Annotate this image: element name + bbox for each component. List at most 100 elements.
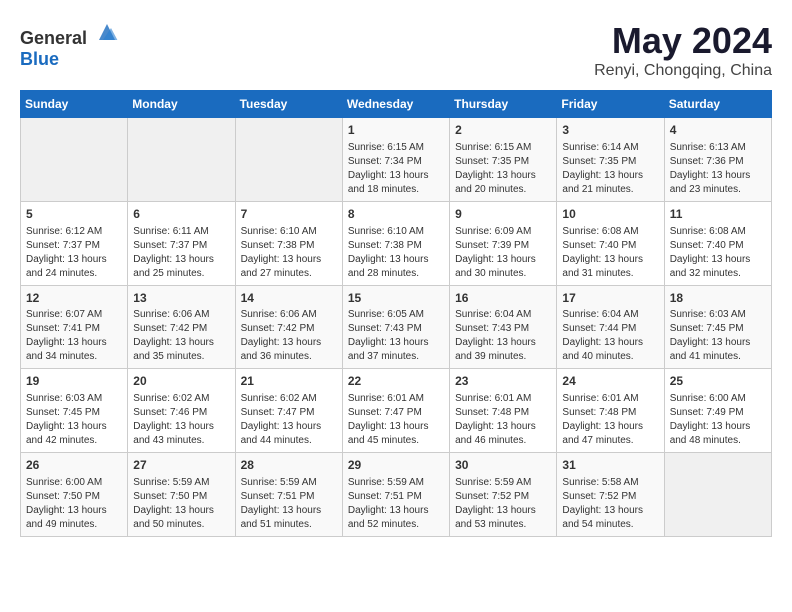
- day-number: 1: [348, 122, 444, 139]
- day-info: Sunrise: 5:58 AM Sunset: 7:52 PM Dayligh…: [562, 476, 658, 532]
- day-number: 20: [133, 373, 229, 390]
- calendar-title: May 2024: [594, 20, 772, 62]
- day-info: Sunrise: 6:05 AM Sunset: 7:43 PM Dayligh…: [348, 308, 444, 364]
- day-number: 17: [562, 290, 658, 307]
- header-saturday: Saturday: [664, 91, 771, 118]
- calendar-cell: 2 Sunrise: 6:15 AM Sunset: 7:35 PM Daylig…: [450, 118, 557, 202]
- day-number: 18: [670, 290, 766, 307]
- day-info: Sunrise: 6:15 AM Sunset: 7:34 PM Dayligh…: [348, 141, 444, 197]
- logo: General Blue: [20, 20, 119, 70]
- calendar-cell: 14Sunrise: 6:06 AM Sunset: 7:42 PM Dayli…: [235, 285, 342, 369]
- day-info: Sunrise: 5:59 AM Sunset: 7:50 PM Dayligh…: [133, 476, 229, 532]
- calendar-cell: 17Sunrise: 6:04 AM Sunset: 7:44 PM Dayli…: [557, 285, 664, 369]
- day-number: 22: [348, 373, 444, 390]
- logo-text: General Blue: [20, 20, 119, 70]
- day-info: Sunrise: 6:04 AM Sunset: 7:44 PM Dayligh…: [562, 308, 658, 364]
- day-number: 30: [455, 457, 551, 474]
- calendar-cell: 31Sunrise: 5:58 AM Sunset: 7:52 PM Dayli…: [557, 453, 664, 537]
- calendar-cell: 21 Sunrise: 6:02 AM Sunset: 7:47 PM Dayli…: [235, 369, 342, 453]
- day-number: 7: [241, 206, 337, 223]
- header-wednesday: Wednesday: [342, 91, 449, 118]
- day-info: Sunrise: 6:03 AM Sunset: 7:45 PM Dayligh…: [26, 392, 122, 448]
- calendar-cell: 28 Sunrise: 5:59 AM Sunset: 7:51 PM Dayli…: [235, 453, 342, 537]
- day-info: Sunrise: 6:10 AM Sunset: 7:38 PM Dayligh…: [348, 225, 444, 281]
- day-info: Sunrise: 6:10 AM Sunset: 7:38 PM Dayligh…: [241, 225, 337, 281]
- calendar-cell: 29Sunrise: 5:59 AM Sunset: 7:51 PM Dayli…: [342, 453, 449, 537]
- calendar-cell: 15Sunrise: 6:05 AM Sunset: 7:43 PM Dayli…: [342, 285, 449, 369]
- day-number: 29: [348, 457, 444, 474]
- calendar-cell: [21, 118, 128, 202]
- week-row-2: 5 Sunrise: 6:12 AM Sunset: 7:37 PM Daylig…: [21, 201, 772, 285]
- day-info: Sunrise: 6:14 AM Sunset: 7:35 PM Dayligh…: [562, 141, 658, 197]
- day-info: Sunrise: 6:00 AM Sunset: 7:50 PM Dayligh…: [26, 476, 122, 532]
- day-info: Sunrise: 5:59 AM Sunset: 7:52 PM Dayligh…: [455, 476, 551, 532]
- day-number: 6: [133, 206, 229, 223]
- calendar-cell: 8 Sunrise: 6:10 AM Sunset: 7:38 PM Daylig…: [342, 201, 449, 285]
- calendar-cell: 10Sunrise: 6:08 AM Sunset: 7:40 PM Dayli…: [557, 201, 664, 285]
- calendar-cell: [128, 118, 235, 202]
- day-number: 9: [455, 206, 551, 223]
- day-number: 8: [348, 206, 444, 223]
- calendar-cell: 30 Sunrise: 5:59 AM Sunset: 7:52 PM Dayli…: [450, 453, 557, 537]
- calendar-cell: 1 Sunrise: 6:15 AM Sunset: 7:34 PM Daylig…: [342, 118, 449, 202]
- header-friday: Friday: [557, 91, 664, 118]
- day-number: 27: [133, 457, 229, 474]
- day-number: 21: [241, 373, 337, 390]
- day-info: Sunrise: 6:06 AM Sunset: 7:42 PM Dayligh…: [241, 308, 337, 364]
- calendar-cell: 25Sunrise: 6:00 AM Sunset: 7:49 PM Dayli…: [664, 369, 771, 453]
- day-info: Sunrise: 6:00 AM Sunset: 7:49 PM Dayligh…: [670, 392, 766, 448]
- day-number: 10: [562, 206, 658, 223]
- week-row-4: 19Sunrise: 6:03 AM Sunset: 7:45 PM Dayli…: [21, 369, 772, 453]
- day-number: 26: [26, 457, 122, 474]
- calendar-cell: 20 Sunrise: 6:02 AM Sunset: 7:46 PM Dayli…: [128, 369, 235, 453]
- day-number: 14: [241, 290, 337, 307]
- header-tuesday: Tuesday: [235, 91, 342, 118]
- day-info: Sunrise: 6:04 AM Sunset: 7:43 PM Dayligh…: [455, 308, 551, 364]
- day-info: Sunrise: 6:02 AM Sunset: 7:47 PM Dayligh…: [241, 392, 337, 448]
- day-info: Sunrise: 6:07 AM Sunset: 7:41 PM Dayligh…: [26, 308, 122, 364]
- day-info: Sunrise: 6:13 AM Sunset: 7:36 PM Dayligh…: [670, 141, 766, 197]
- calendar-cell: 13Sunrise: 6:06 AM Sunset: 7:42 PM Dayli…: [128, 285, 235, 369]
- calendar-cell: 24Sunrise: 6:01 AM Sunset: 7:48 PM Dayli…: [557, 369, 664, 453]
- day-info: Sunrise: 6:11 AM Sunset: 7:37 PM Dayligh…: [133, 225, 229, 281]
- day-info: Sunrise: 6:12 AM Sunset: 7:37 PM Dayligh…: [26, 225, 122, 281]
- day-number: 28: [241, 457, 337, 474]
- header-monday: Monday: [128, 91, 235, 118]
- calendar-title-area: May 2024 Renyi, Chongqing, China: [594, 20, 772, 80]
- day-number: 3: [562, 122, 658, 139]
- day-info: Sunrise: 5:59 AM Sunset: 7:51 PM Dayligh…: [241, 476, 337, 532]
- calendar-cell: 11Sunrise: 6:08 AM Sunset: 7:40 PM Dayli…: [664, 201, 771, 285]
- day-number: 5: [26, 206, 122, 223]
- calendar-cell: 26 Sunrise: 6:00 AM Sunset: 7:50 PM Dayli…: [21, 453, 128, 537]
- day-number: 16: [455, 290, 551, 307]
- logo-icon: [95, 20, 119, 44]
- day-info: Sunrise: 6:06 AM Sunset: 7:42 PM Dayligh…: [133, 308, 229, 364]
- day-info: Sunrise: 6:01 AM Sunset: 7:47 PM Dayligh…: [348, 392, 444, 448]
- day-info: Sunrise: 6:02 AM Sunset: 7:46 PM Dayligh…: [133, 392, 229, 448]
- day-number: 23: [455, 373, 551, 390]
- week-row-1: 1 Sunrise: 6:15 AM Sunset: 7:34 PM Daylig…: [21, 118, 772, 202]
- day-info: Sunrise: 6:09 AM Sunset: 7:39 PM Dayligh…: [455, 225, 551, 281]
- header-thursday: Thursday: [450, 91, 557, 118]
- day-number: 11: [670, 206, 766, 223]
- calendar-table: SundayMondayTuesdayWednesdayThursdayFrid…: [20, 90, 772, 537]
- day-info: Sunrise: 6:03 AM Sunset: 7:45 PM Dayligh…: [670, 308, 766, 364]
- calendar-cell: 5 Sunrise: 6:12 AM Sunset: 7:37 PM Daylig…: [21, 201, 128, 285]
- day-number: 2: [455, 122, 551, 139]
- day-info: Sunrise: 6:15 AM Sunset: 7:35 PM Dayligh…: [455, 141, 551, 197]
- calendar-cell: 16Sunrise: 6:04 AM Sunset: 7:43 PM Dayli…: [450, 285, 557, 369]
- day-number: 15: [348, 290, 444, 307]
- page-header: General Blue May 2024 Renyi, Chongqing, …: [20, 20, 772, 80]
- calendar-cell: 18Sunrise: 6:03 AM Sunset: 7:45 PM Dayli…: [664, 285, 771, 369]
- logo-general: General: [20, 28, 87, 48]
- calendar-cell: 23Sunrise: 6:01 AM Sunset: 7:48 PM Dayli…: [450, 369, 557, 453]
- calendar-cell: 4Sunrise: 6:13 AM Sunset: 7:36 PM Daylig…: [664, 118, 771, 202]
- calendar-cell: [664, 453, 771, 537]
- calendar-cell: 3 Sunrise: 6:14 AM Sunset: 7:35 PM Daylig…: [557, 118, 664, 202]
- calendar-header-row: SundayMondayTuesdayWednesdayThursdayFrid…: [21, 91, 772, 118]
- logo-blue: Blue: [20, 49, 59, 69]
- calendar-cell: [235, 118, 342, 202]
- day-number: 12: [26, 290, 122, 307]
- calendar-cell: 9 Sunrise: 6:09 AM Sunset: 7:39 PM Daylig…: [450, 201, 557, 285]
- week-row-5: 26 Sunrise: 6:00 AM Sunset: 7:50 PM Dayli…: [21, 453, 772, 537]
